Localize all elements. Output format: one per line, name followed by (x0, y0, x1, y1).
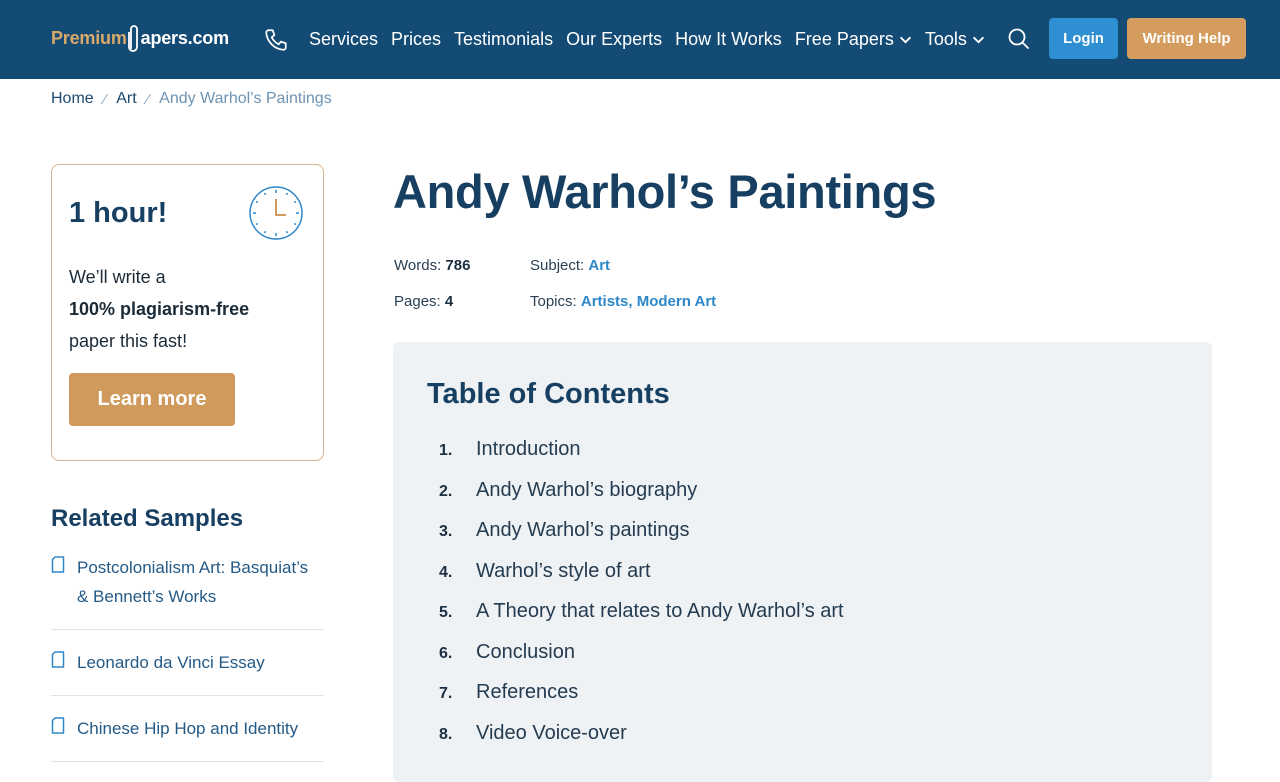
toc-list: 1. Introduction 2. Andy Warhol’s biography… (439, 438, 844, 762)
nav-free-papers[interactable]: Free Papers (795, 28, 912, 50)
list-item[interactable]: Leonardo da Vinci Essay (51, 630, 324, 696)
toc-title: Table of Contents (427, 378, 670, 410)
nav-tools[interactable]: Tools (925, 28, 985, 50)
toc-item[interactable]: 7. References (439, 681, 844, 722)
chevron-down-icon (899, 36, 911, 44)
toc-number: 3. (439, 523, 453, 540)
promo-line-3: paper this fast! (69, 331, 188, 351)
site-header: Premium apers.com Services Prices Testim… (0, 0, 1280, 79)
clock-icon (249, 186, 303, 240)
table-of-contents: Table of Contents 1. Introduction 2. Andy … (393, 342, 1212, 782)
nav-how-it-works[interactable]: How It Works (675, 28, 782, 50)
document-icon (51, 651, 65, 668)
learn-more-button[interactable]: Learn more (69, 373, 235, 426)
related-link[interactable]: Chinese Hip Hop and Identity (77, 714, 298, 743)
toc-link[interactable]: References (476, 681, 578, 704)
meta-topics: Topics: Artists, Modern Art (530, 293, 717, 310)
nav-services[interactable]: Services (309, 28, 378, 50)
promo-line-2: 100% plagiarism-free (69, 299, 250, 319)
topic-link-modern-art[interactable]: Modern Art (637, 293, 716, 310)
related-link[interactable]: Postcolonialism Art: Basquiat’s & Bennet… (77, 553, 324, 611)
topic-link-artists[interactable]: Artists (581, 293, 629, 310)
paperclip-icon (127, 25, 138, 52)
site-logo[interactable]: Premium apers.com (51, 16, 229, 60)
toc-number: 7. (439, 685, 453, 702)
login-button[interactable]: Login (1049, 18, 1118, 59)
related-link[interactable]: Leonardo da Vinci Essay (77, 648, 265, 677)
toc-item[interactable]: 5. A Theory that relates to Andy Warhol’s… (439, 600, 844, 641)
toc-item[interactable]: 2. Andy Warhol’s biography (439, 479, 844, 520)
breadcrumb-current: Andy Warhol’s Paintings (159, 90, 332, 107)
meta-words-label: Words: (394, 257, 442, 274)
toc-number: 6. (439, 644, 453, 662)
document-icon (51, 556, 65, 573)
search-icon[interactable] (1007, 27, 1031, 51)
nav-testimonials[interactable]: Testimonials (454, 28, 553, 50)
promo-card: 1 hour! We’ll write a 100% plagiarism-fr… (51, 164, 324, 461)
toc-number: 8. (439, 725, 453, 743)
toc-item[interactable]: 3. Andy Warhol’s paintings (439, 519, 844, 560)
promo-text: We’ll write a 100% plagiarism-free paper… (69, 261, 249, 357)
toc-link[interactable]: Andy Warhol’s paintings (476, 519, 689, 542)
toc-item[interactable]: 4. Warhol’s style of art (439, 560, 844, 601)
toc-link[interactable]: Andy Warhol’s biography (476, 479, 697, 502)
chevron-down-icon (972, 36, 984, 44)
toc-number: 5. (439, 604, 453, 621)
document-icon (51, 717, 65, 734)
nav-our-experts[interactable]: Our Experts (566, 28, 662, 50)
promo-line-1: We’ll write a (69, 267, 166, 287)
toc-link[interactable]: A Theory that relates to Andy Warhol’s a… (476, 600, 844, 623)
phone-icon[interactable] (263, 27, 289, 53)
breadcrumb-art[interactable]: Art (116, 90, 136, 108)
related-samples-title: Related Samples (51, 505, 244, 532)
logo-text-premium: Premium (51, 27, 127, 48)
toc-item[interactable]: 6. Conclusion (439, 641, 844, 682)
toc-link[interactable]: Introduction (476, 438, 581, 461)
toc-item[interactable]: 1. Introduction (439, 438, 844, 479)
toc-link[interactable]: Conclusion (476, 641, 575, 664)
toc-number: 2. (439, 482, 453, 500)
breadcrumb: Home ⁄ Art ⁄ Andy Warhol’s Paintings (51, 90, 332, 108)
toc-number: 1. (439, 442, 453, 459)
logo-text-papers: apers.com (140, 27, 229, 48)
breadcrumb-separator: ⁄ (146, 90, 150, 108)
meta-words-value: 786 (445, 257, 471, 274)
toc-item[interactable]: 8. Video Voice-over (439, 722, 844, 763)
toc-link[interactable]: Warhol’s style of art (476, 560, 651, 583)
related-samples-list: Postcolonialism Art: Basquiat’s & Bennet… (51, 548, 324, 762)
main-nav: Services Prices Testimonials Our Experts… (309, 28, 998, 50)
toc-link[interactable]: Video Voice-over (476, 722, 627, 745)
meta-subject: Subject: Art (530, 257, 610, 274)
meta-subject-label: Subject: (530, 257, 585, 274)
meta-pages-value: 4 (444, 293, 454, 310)
nav-free-papers-label: Free Papers (794, 29, 894, 49)
breadcrumb-home[interactable]: Home (51, 90, 94, 108)
page-title: Andy Warhol’s Paintings (393, 165, 937, 218)
meta-pages: Pages: 4 (394, 293, 453, 310)
writing-help-button[interactable]: Writing Help (1127, 18, 1246, 59)
subject-link[interactable]: Art (588, 257, 610, 274)
meta-pages-label: Pages: (394, 293, 441, 310)
nav-tools-label: Tools (924, 29, 967, 49)
toc-number: 4. (439, 563, 453, 581)
list-item[interactable]: Chinese Hip Hop and Identity (51, 696, 324, 762)
list-item[interactable]: Postcolonialism Art: Basquiat’s & Bennet… (51, 548, 324, 630)
meta-topics-label: Topics: (530, 293, 577, 310)
nav-prices[interactable]: Prices (391, 28, 441, 50)
breadcrumb-separator: ⁄ (103, 90, 107, 108)
promo-title: 1 hour! (69, 197, 168, 229)
meta-words: Words: 786 (394, 257, 470, 274)
